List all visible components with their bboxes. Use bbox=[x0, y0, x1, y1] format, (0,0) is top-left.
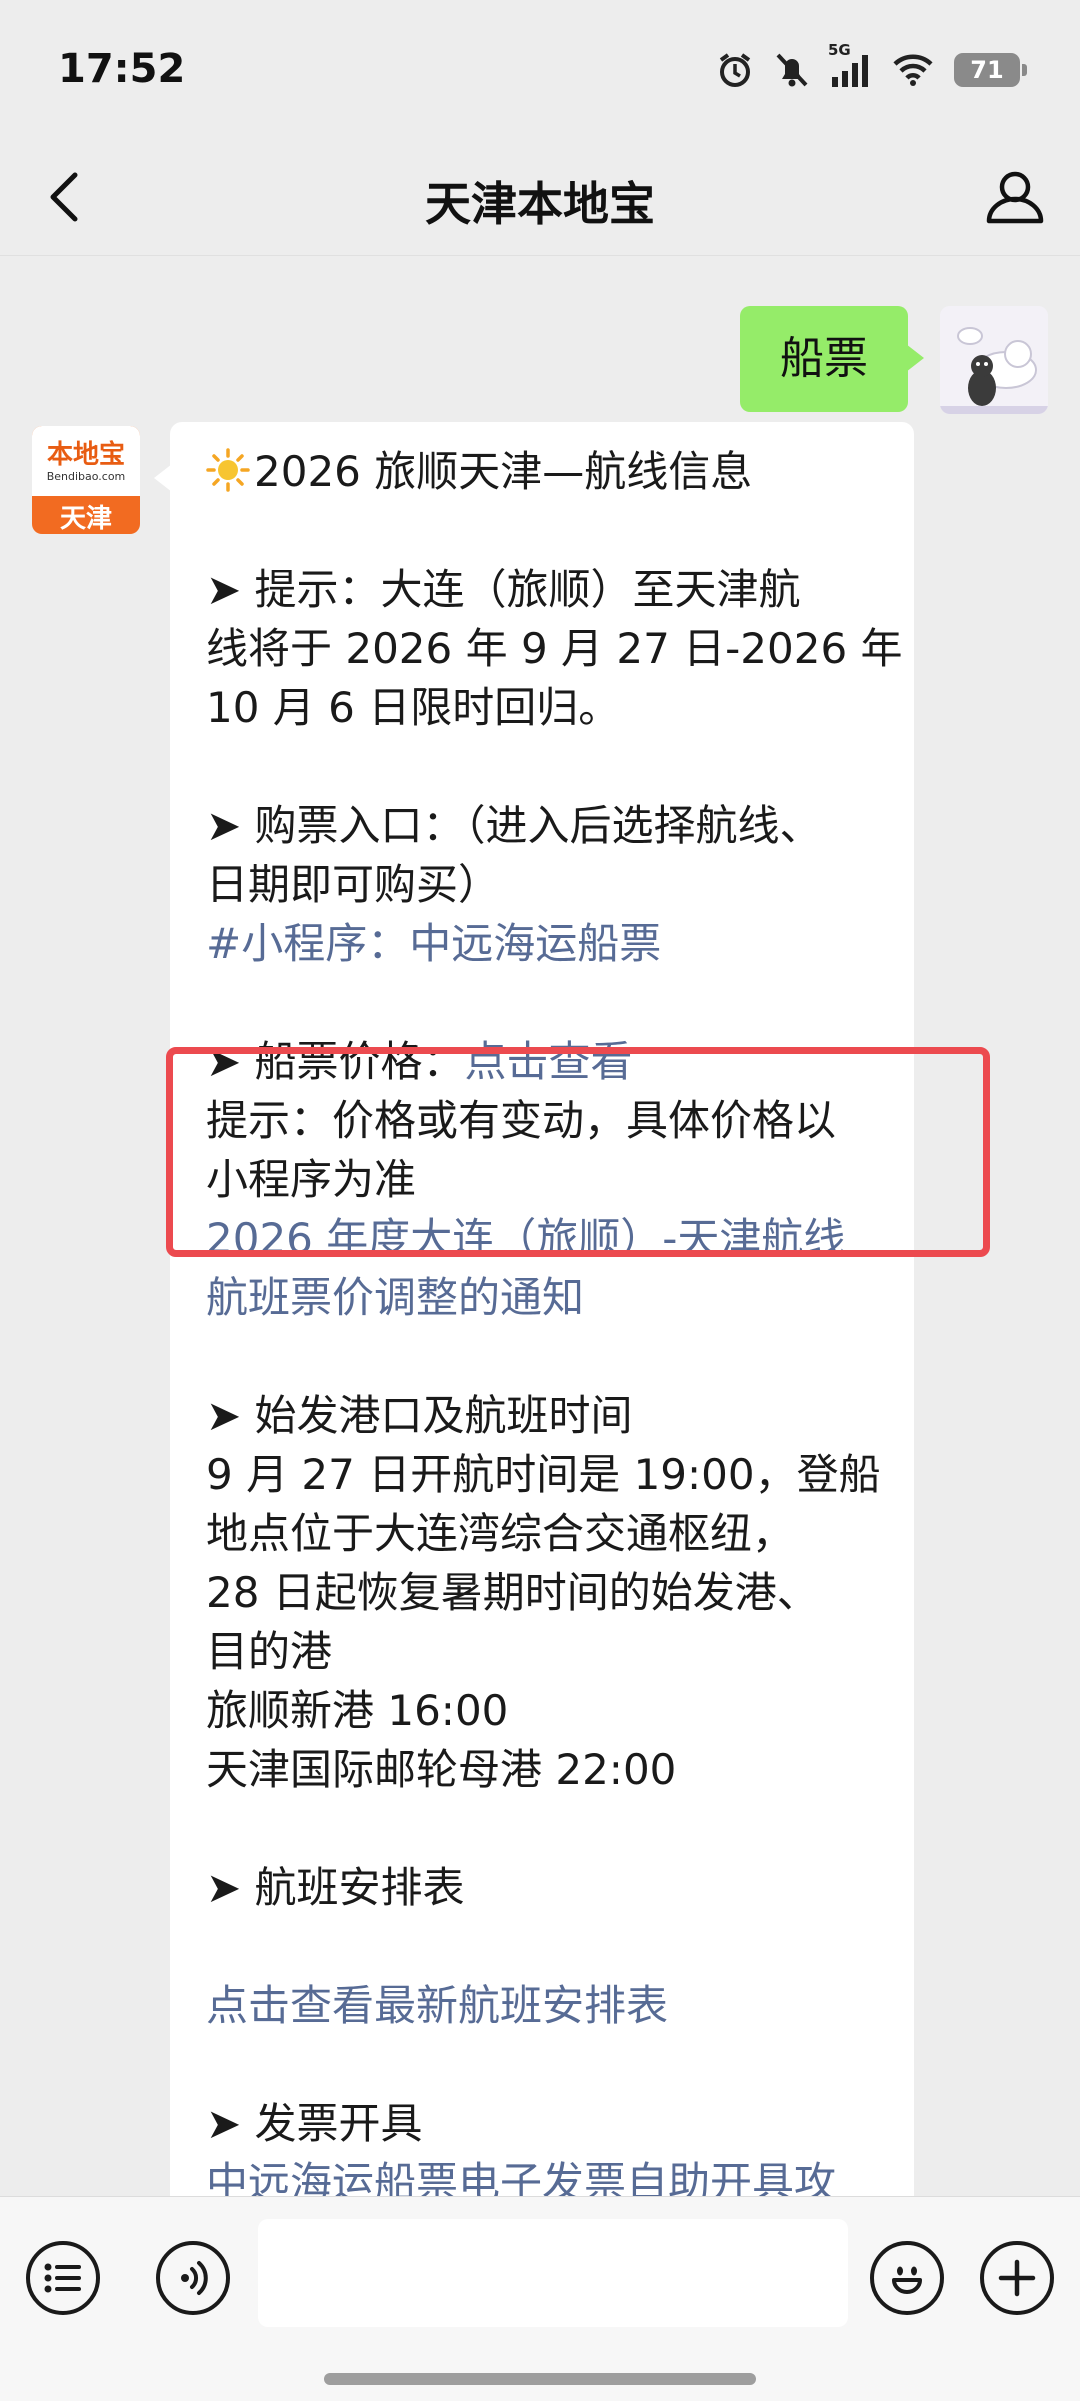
signal-icon: 5G bbox=[828, 41, 872, 89]
chat-title: 天津本地宝 bbox=[425, 177, 655, 231]
message-body: 2026 旅顺天津—航线信息 ➤ 提示：大连（旅顺）至天津航 线将于 2026 … bbox=[206, 442, 903, 2196]
status-icons: 5G 71 bbox=[716, 41, 1027, 92]
mute-icon bbox=[774, 51, 810, 89]
home-indicator[interactable] bbox=[324, 2373, 756, 2385]
chat-area[interactable]: 船票 本地宝 Bendibao.com 天津 2026 旅顺天津—航线信息 ➤ … bbox=[0, 256, 1080, 2196]
bot-avatar[interactable]: 本地宝 Bendibao.com 天津 bbox=[32, 426, 140, 534]
departure-line: ➤ 始发港口及航班时间 bbox=[206, 1391, 633, 1440]
message-title: 2026 旅顺天津—航线信息 bbox=[254, 447, 753, 496]
network-label: 5G bbox=[828, 41, 851, 59]
departure-line: 9 月 27 日开航时间是 19:00，登船 bbox=[206, 1450, 881, 1499]
bot-logo-text: 本地宝 bbox=[46, 440, 125, 470]
departure-line: 旅顺新港 16:00 bbox=[206, 1686, 509, 1735]
plus-button[interactable] bbox=[980, 2241, 1054, 2315]
outgoing-message-row: 船票 bbox=[0, 280, 1080, 414]
schedule-label: ➤ 航班安排表 bbox=[206, 1863, 465, 1912]
status-bar: 17:52 5G 71 bbox=[0, 0, 1080, 140]
incoming-bubble[interactable]: 2026 旅顺天津—航线信息 ➤ 提示：大连（旅顺）至天津航 线将于 2026 … bbox=[154, 422, 914, 2196]
list-icon bbox=[44, 2263, 81, 2293]
emoji-icon bbox=[892, 2266, 922, 2294]
highlight-annotation bbox=[166, 1047, 990, 1257]
departure-line: 天津国际邮轮母港 22:00 bbox=[206, 1745, 677, 1794]
departure-line: 28 日起恢复暑期时间的始发港、 bbox=[206, 1568, 819, 1617]
price-notice-link[interactable]: 航班票价调整的通知 bbox=[206, 1268, 896, 1327]
tip-line: ➤ 提示：大连（旅顺）至天津航 bbox=[206, 565, 801, 614]
message-input[interactable] bbox=[258, 2219, 848, 2327]
plus-icon bbox=[998, 2259, 1036, 2297]
message-title-line: 2026 旅顺天津—航线信息 bbox=[206, 442, 896, 501]
menu-button[interactable] bbox=[26, 2241, 100, 2315]
emoji-button[interactable] bbox=[870, 2241, 944, 2315]
departure-line: 地点位于大连湾综合交通枢纽， bbox=[206, 1509, 795, 1558]
wifi-icon bbox=[892, 53, 934, 87]
mini-program-link[interactable]: #小程序：中远海运船票 bbox=[206, 914, 896, 973]
tip-line: 10 月 6 日限时回归。 bbox=[206, 683, 621, 732]
battery-icon: 71 bbox=[954, 53, 1027, 87]
person-icon bbox=[986, 171, 1044, 224]
profile-button[interactable] bbox=[978, 160, 1052, 234]
input-bar bbox=[0, 2196, 1080, 2401]
purchase-line: 日期即可购买） bbox=[206, 860, 501, 909]
departure-line: 目的港 bbox=[206, 1627, 333, 1676]
purchase-line: ➤ 购票入口：（进入后选择航线、 bbox=[206, 801, 822, 850]
voice-button[interactable] bbox=[156, 2241, 230, 2315]
alarm-icon bbox=[716, 51, 754, 89]
bot-city-text: 天津 bbox=[59, 504, 112, 534]
sun-icon bbox=[206, 448, 250, 492]
my-avatar[interactable] bbox=[940, 306, 1048, 414]
chat-header: 天津本地宝 bbox=[0, 140, 1080, 256]
invoice-link[interactable]: 中远海运船票电子发票自助开具攻 bbox=[206, 2153, 896, 2196]
outgoing-bubble[interactable]: 船票 bbox=[740, 306, 924, 412]
invoice-label: ➤ 发票开具 bbox=[206, 2099, 423, 2148]
schedule-link[interactable]: 点击查看最新航班安排表 bbox=[206, 1976, 896, 2035]
tip-line: 线将于 2026 年 9 月 27 日-2026 年 bbox=[206, 624, 903, 673]
bot-site-text: Bendibao.com bbox=[46, 470, 126, 483]
voice-icon bbox=[181, 2261, 208, 2295]
status-time: 17:52 bbox=[58, 46, 186, 92]
